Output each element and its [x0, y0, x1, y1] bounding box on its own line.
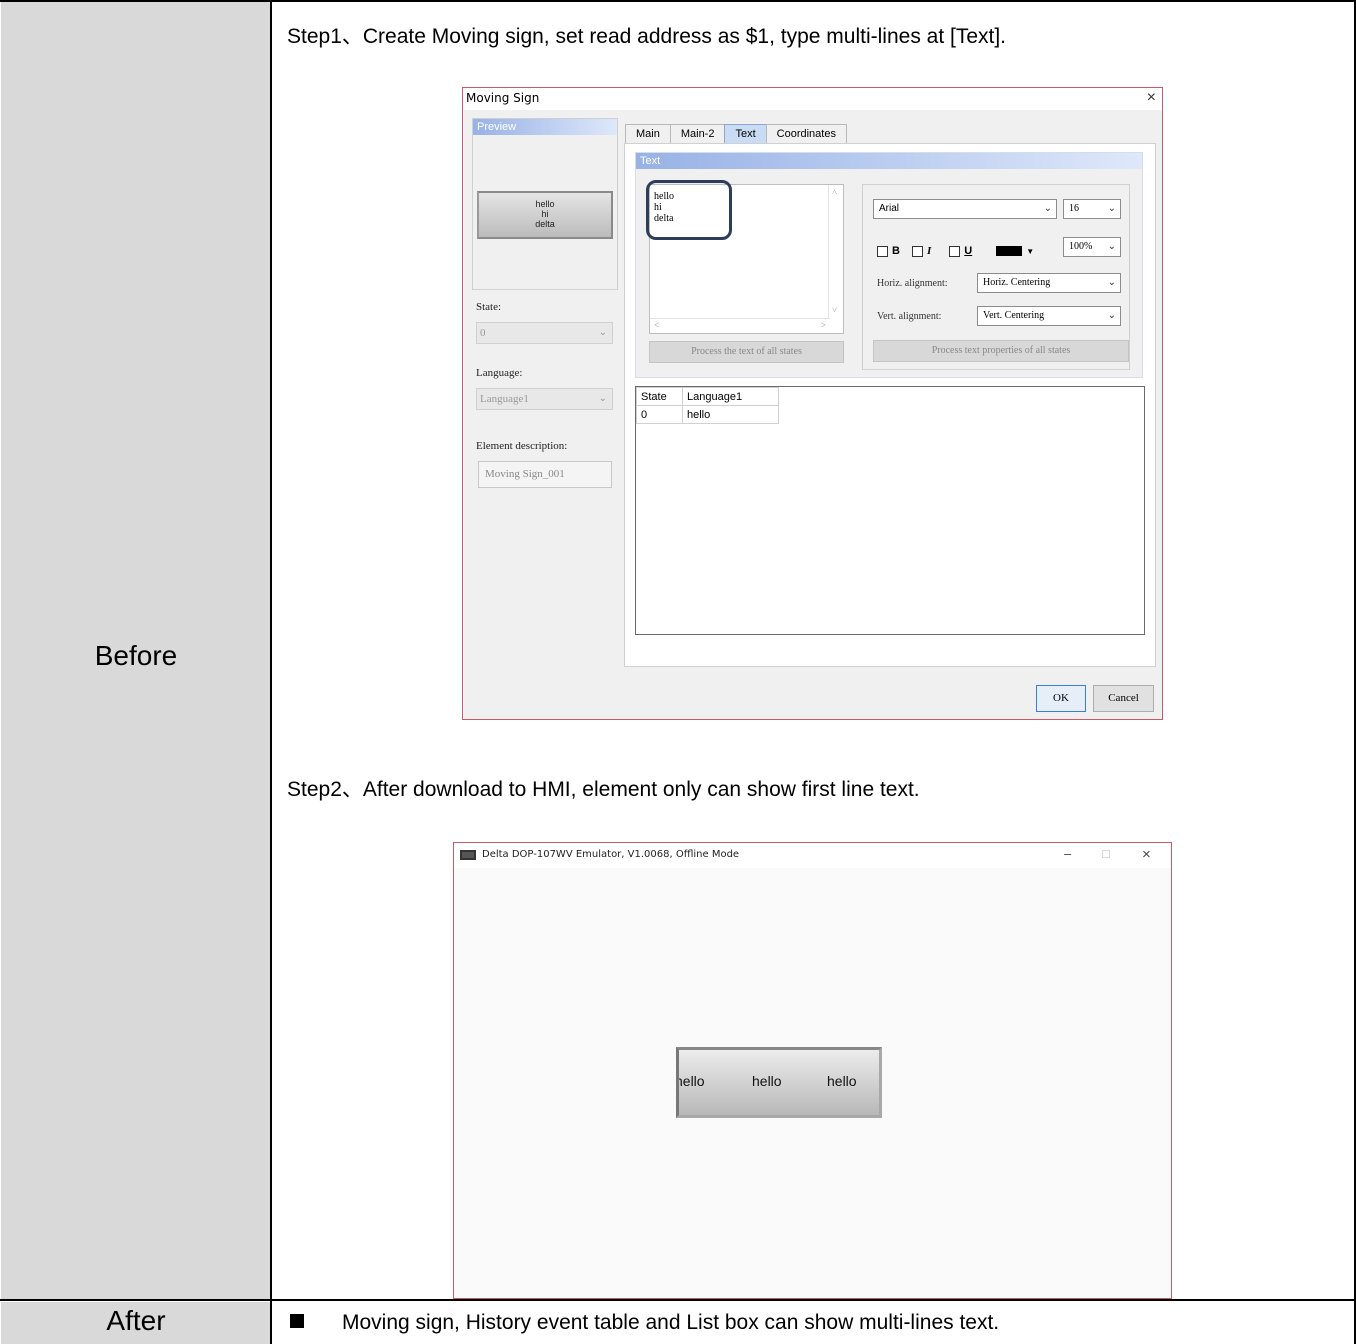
close-icon[interactable]: × [1147, 89, 1156, 107]
chevron-down-icon: ⌄ [1107, 203, 1116, 214]
element-description-field[interactable]: Moving Sign_001 [478, 461, 612, 488]
horiz-alignment-label: Horiz. alignment: [877, 278, 948, 289]
chevron-down-icon: ⌄ [598, 393, 607, 404]
font-size-value: 16 [1069, 203, 1079, 214]
preview-line: hello [535, 199, 555, 209]
moving-sign-text: hello [676, 1073, 705, 1089]
table-row-divider [0, 1299, 1356, 1301]
vert-alignment-label: Vert. alignment: [877, 311, 942, 322]
preview-header: Preview [473, 119, 617, 135]
moving-sign-dialog: Moving Sign × Preview hello hi delta Sta… [462, 87, 1163, 720]
cancel-button[interactable]: Cancel [1093, 685, 1154, 712]
language-label: Language: [476, 367, 523, 379]
chevron-down-icon: ⌄ [1043, 203, 1052, 214]
chevron-right-icon[interactable]: > [821, 320, 826, 331]
state-table: State Language1 0 hello [636, 387, 779, 424]
bullet-square-icon [290, 1314, 304, 1328]
zoom-select[interactable]: 100% ⌄ [1063, 237, 1121, 257]
font-select[interactable]: Arial ⌄ [873, 199, 1057, 219]
text-group-header: Text [636, 153, 1142, 169]
emulator-title: Delta DOP-107WV Emulator, V1.0068, Offli… [482, 849, 740, 860]
font-color-swatch[interactable] [996, 246, 1023, 256]
emulator-window: Delta DOP-107WV Emulator, V1.0068, Offli… [453, 842, 1172, 1299]
chevron-down-icon: ⌄ [1107, 241, 1116, 252]
tab-main-2[interactable]: Main-2 [669, 124, 726, 144]
table-cell-language1[interactable]: hello [682, 405, 779, 424]
chevron-down-icon[interactable]: ˅ [832, 305, 837, 316]
emulator-titlebar: Delta DOP-107WV Emulator, V1.0068, Offli… [454, 843, 1171, 868]
element-description-label: Element description: [476, 440, 568, 452]
horizontal-scrollbar[interactable]: < > [650, 318, 830, 333]
text-properties-group: Arial ⌄ 16 ⌄ B I U ▼ 100% ⌄ Horiz. align… [862, 184, 1130, 370]
font-value: Arial [879, 203, 900, 214]
chevron-down-icon: ⌄ [1107, 277, 1116, 288]
italic-checkbox[interactable] [911, 245, 923, 257]
highlight-annotation [646, 180, 732, 240]
table-header-row: State Language1 [636, 387, 779, 406]
underline-label: U [964, 245, 973, 257]
tab-coordinates[interactable]: Coordinates [765, 124, 847, 144]
chevron-down-icon: ⌄ [1107, 310, 1116, 321]
table-top-border [0, 0, 1356, 2]
text-tab-panel: Text hello hi delta ˄ ˅ < > Process the … [624, 143, 1156, 667]
dialog-title: Moving Sign [466, 91, 540, 105]
table-row[interactable]: 0 hello [636, 405, 779, 424]
zoom-value: 100% [1069, 241, 1093, 252]
moving-sign-text: hello [827, 1073, 857, 1089]
tab-text[interactable]: Text [724, 124, 767, 144]
process-text-button[interactable]: Process the text of all states [649, 341, 844, 363]
minimize-icon[interactable]: – [1064, 846, 1071, 861]
chevron-left-icon[interactable]: < [654, 320, 659, 331]
state-label: State: [476, 301, 502, 313]
maximize-icon[interactable]: □ [1102, 846, 1110, 861]
monitor-icon [460, 850, 476, 860]
chevron-down-icon: ⌄ [598, 327, 607, 338]
ok-button[interactable]: OK [1036, 685, 1086, 712]
vertical-scrollbar[interactable]: ˄ ˅ [828, 185, 843, 318]
vert-alignment-value: Vert. Centering [983, 310, 1045, 321]
column-header-state: State [636, 387, 683, 406]
style-row: B I U ▼ [877, 245, 1034, 257]
process-properties-button[interactable]: Process text properties of all states [873, 340, 1129, 362]
underline-checkbox[interactable] [949, 245, 961, 257]
preview-line: delta [535, 219, 555, 229]
after-description: Moving sign, History event table and Lis… [342, 1311, 1000, 1334]
dialog-titlebar: Moving Sign × [463, 88, 1162, 110]
moving-sign-element: hello hello hello [676, 1047, 882, 1118]
preview-line: hi [541, 209, 549, 219]
before-label: Before [94, 640, 178, 671]
horiz-alignment-select[interactable]: Horiz. Centering ⌄ [977, 273, 1121, 293]
vert-alignment-select[interactable]: Vert. Centering ⌄ [977, 306, 1121, 326]
preview-moving-sign: hello hi delta [477, 191, 613, 239]
bold-label: B [892, 245, 900, 257]
bold-checkbox[interactable] [877, 245, 888, 257]
tab-bar: Main Main-2 Text Coordinates [625, 124, 847, 144]
moving-sign-text: hello [752, 1073, 782, 1089]
state-value: 0 [480, 327, 486, 339]
horiz-alignment-value: Horiz. Centering [983, 277, 1051, 288]
chevron-up-icon[interactable]: ˄ [832, 187, 837, 198]
text-group: Text hello hi delta ˄ ˅ < > Process the … [635, 152, 1143, 378]
table-column-divider [270, 0, 272, 1344]
after-bullet-text: Moving sign, History event table and Lis… [290, 1311, 999, 1335]
font-size-select[interactable]: 16 ⌄ [1063, 199, 1121, 219]
preview-panel: Preview hello hi delta [472, 118, 618, 290]
step1-text: Step1、Create Moving sign, set read addre… [287, 25, 1007, 48]
step2-text: Step2、After download to HMI, element onl… [287, 778, 920, 801]
after-label: After [106, 1305, 166, 1336]
dialog-body: Preview hello hi delta State: 0 ⌄ Langua… [464, 110, 1162, 719]
language-select[interactable]: Language1 ⌄ [476, 388, 613, 410]
color-dropdown-icon[interactable]: ▼ [1026, 247, 1034, 256]
tab-main[interactable]: Main [625, 124, 671, 144]
close-icon[interactable]: × [1142, 846, 1151, 863]
table-cell-state: 0 [636, 405, 683, 424]
language-value: Language1 [480, 393, 529, 405]
column-header-language1: Language1 [682, 387, 779, 406]
state-language-grid: State Language1 0 hello [635, 386, 1145, 635]
state-select[interactable]: 0 ⌄ [476, 322, 613, 344]
italic-label: I [926, 245, 932, 257]
